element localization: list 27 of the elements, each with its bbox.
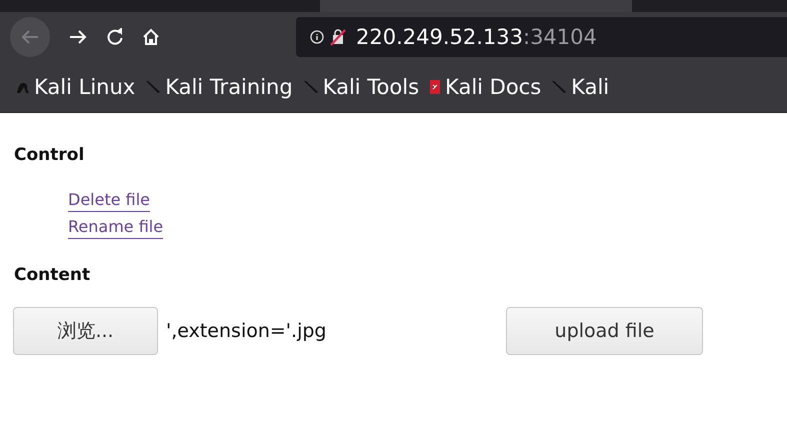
blade-icon (145, 80, 162, 94)
blade-icon (551, 80, 568, 94)
bookmark[interactable]: Kali Docs (429, 75, 542, 99)
reload-icon[interactable] (106, 28, 124, 46)
document-icon (429, 79, 442, 95)
bookmark[interactable]: Kali Training (145, 75, 293, 99)
info-icon[interactable] (310, 30, 324, 44)
link[interactable]: Rename file (68, 216, 164, 239)
forward-icon[interactable] (68, 29, 88, 45)
bookmark[interactable]: Kali Linux (16, 75, 136, 99)
back-arrow-icon (20, 29, 40, 45)
home-icon[interactable] (142, 28, 160, 46)
file-name: ',extension='.jpg (166, 320, 328, 342)
insecure-lock-icon (330, 28, 346, 46)
back-button[interactable] (10, 17, 50, 57)
browse-button[interactable]: 浏览... (13, 307, 158, 355)
bookmark[interactable]: Kali (551, 75, 610, 99)
section-heading: Control (14, 145, 86, 167)
link[interactable]: Delete file (68, 189, 150, 212)
url-host: 220.249.52.133 (356, 25, 523, 49)
upload-button[interactable]: upload file (506, 307, 703, 355)
section-heading: Content (14, 265, 92, 287)
bookmark[interactable]: Kali Tools (302, 75, 420, 99)
blade-icon (302, 80, 319, 94)
url-port: :34104 (523, 25, 597, 49)
address-bar[interactable]: 220.249.52.133:34104 (296, 17, 787, 57)
dragon-icon (16, 80, 30, 94)
